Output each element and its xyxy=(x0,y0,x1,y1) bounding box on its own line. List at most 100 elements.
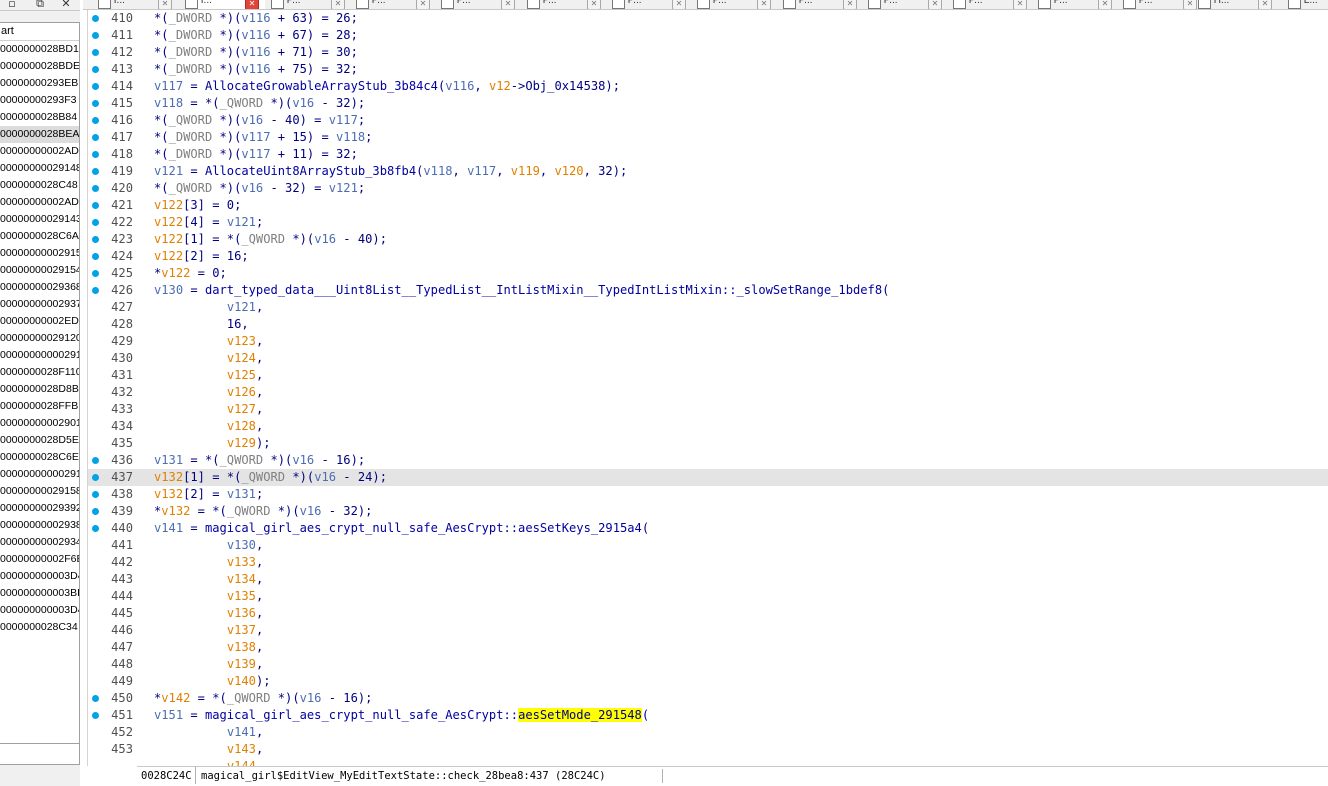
breakpoint-dot-icon[interactable] xyxy=(92,236,99,243)
breakpoint-dot-icon[interactable] xyxy=(92,151,99,158)
tab-close-icon[interactable]: ✕ xyxy=(1258,0,1272,9)
tab-close-icon[interactable]: ✕ xyxy=(1098,0,1112,9)
function-row[interactable]: 00000000002934A4 xyxy=(0,534,79,551)
breakpoint-dot-icon[interactable] xyxy=(92,695,99,702)
code-line[interactable]: 434 v128, xyxy=(88,418,1328,435)
code-line[interactable]: 421 v122[3] = 0; xyxy=(88,197,1328,214)
editor-tab[interactable]: P... ✕ xyxy=(612,0,692,9)
editor-tab[interactable]: I... ✕ xyxy=(98,0,178,9)
editor-tab[interactable]: P... ✕ xyxy=(1123,0,1203,9)
function-row[interactable]: 00000000002F6B8 xyxy=(0,551,79,568)
breakpoint-dot-icon[interactable] xyxy=(92,32,99,39)
function-row[interactable]: 00000000002AD15 xyxy=(0,194,79,211)
tab-close-icon[interactable]: ✕ xyxy=(757,0,771,9)
breakpoint-dot-icon[interactable] xyxy=(92,474,99,481)
function-row[interactable]: 00000000029392 xyxy=(0,500,79,517)
code-line[interactable]: 428 16, xyxy=(88,316,1328,333)
code-line[interactable]: 427 v121, xyxy=(88,299,1328,316)
tab-close-icon[interactable]: ✕ xyxy=(1013,0,1027,9)
code-line[interactable]: 425 *v122 = 0; xyxy=(88,265,1328,282)
breakpoint-dot-icon[interactable] xyxy=(92,134,99,141)
function-row[interactable]: 0000000028BD1 xyxy=(0,41,79,58)
function-row[interactable]: 00000000002901B xyxy=(0,415,79,432)
breakpoint-dot-icon[interactable] xyxy=(92,100,99,107)
code-line[interactable]: 451 v151 = magical_girl_aes_crypt_null_sa… xyxy=(88,707,1328,724)
tab-close-icon[interactable]: ✕ xyxy=(501,0,515,9)
function-row[interactable]: 000000000003BBC3 xyxy=(0,585,79,602)
code-line[interactable]: 432 v126, xyxy=(88,384,1328,401)
tab-close-icon[interactable]: ✕ xyxy=(416,0,430,9)
breakpoint-dot-icon[interactable] xyxy=(92,508,99,515)
code-line[interactable]: 416 *(_QWORD *)(v16 - 40) = v117; xyxy=(88,112,1328,129)
function-row[interactable]: 0000000028C48 xyxy=(0,177,79,194)
editor-tab[interactable]: P... ✕ xyxy=(356,0,436,9)
code-line[interactable]: 443 v134, xyxy=(88,571,1328,588)
function-row[interactable]: 0000000028BEA xyxy=(0,126,79,143)
code-line[interactable]: 445 v136, xyxy=(88,605,1328,622)
function-row[interactable]: 000000000291434 xyxy=(0,211,79,228)
function-row[interactable]: 000000000291544 xyxy=(0,262,79,279)
close-icon[interactable]: ✕ xyxy=(58,0,74,10)
function-row[interactable]: 000000000291484 xyxy=(0,160,79,177)
maximize-icon[interactable]: ⧉ xyxy=(32,0,48,10)
pseudocode-view[interactable]: 410 *(_DWORD *)(v116 + 63) = 26; 411 *(_DWO… xyxy=(88,10,1328,766)
column-header-start[interactable]: art xyxy=(0,23,79,41)
breakpoint-dot-icon[interactable] xyxy=(92,168,99,175)
function-row[interactable]: 000000000291204 xyxy=(0,330,79,347)
code-line[interactable]: 411 *(_DWORD *)(v116 + 67) = 28; xyxy=(88,27,1328,44)
code-line[interactable]: 438 v132[2] = v131; xyxy=(88,486,1328,503)
code-line[interactable]: 433 v127, xyxy=(88,401,1328,418)
code-line[interactable]: 447 v138, xyxy=(88,639,1328,656)
function-row[interactable]: 000000000002915F4 xyxy=(0,466,79,483)
code-line[interactable]: 414 v117 = AllocateGrowableArrayStub_3b84… xyxy=(88,78,1328,95)
code-line[interactable]: 452 v141, xyxy=(88,724,1328,741)
code-line[interactable]: 410 *(_DWORD *)(v116 + 63) = 26; xyxy=(88,10,1328,27)
code-line[interactable]: 419 v121 = AllocateUint8ArrayStub_3b8fb4(… xyxy=(88,163,1328,180)
code-line[interactable]: 449 v140); xyxy=(88,673,1328,690)
code-line[interactable]: 431 v125, xyxy=(88,367,1328,384)
function-row[interactable]: 0000000028D5E xyxy=(0,432,79,449)
code-line[interactable]: 429 v123, xyxy=(88,333,1328,350)
breakpoint-dot-icon[interactable] xyxy=(92,83,99,90)
tab-close-icon[interactable]: ✕ xyxy=(245,0,259,9)
function-row[interactable]: 00000000000291B1 xyxy=(0,347,79,364)
code-line[interactable]: 422 v122[4] = v121; xyxy=(88,214,1328,231)
function-row[interactable]: 0000000028BDE xyxy=(0,58,79,75)
code-line[interactable]: 436 v131 = *(_QWORD *)(v16 - 16); xyxy=(88,452,1328,469)
function-row[interactable]: 0000000028C34 xyxy=(0,619,79,636)
breakpoint-dot-icon[interactable] xyxy=(92,219,99,226)
function-row[interactable]: 0000000028B84 xyxy=(0,109,79,126)
code-line[interactable]: 417 *(_DWORD *)(v117 + 15) = v118; xyxy=(88,129,1328,146)
function-row[interactable]: 00000000002938E xyxy=(0,517,79,534)
code-line[interactable]: 430 v124, xyxy=(88,350,1328,367)
breakpoint-dot-icon[interactable] xyxy=(92,117,99,124)
tab-close-icon[interactable]: ✕ xyxy=(1183,0,1197,9)
breakpoint-dot-icon[interactable] xyxy=(92,66,99,73)
tab-close-icon[interactable]: ✕ xyxy=(331,0,345,9)
function-row[interactable]: 00000000002EDF8 xyxy=(0,313,79,330)
editor-tab[interactable]: P... ✕ xyxy=(868,0,948,9)
function-row[interactable]: 0000000028F110 xyxy=(0,364,79,381)
breakpoint-dot-icon[interactable] xyxy=(92,253,99,260)
code-line[interactable]: 412 *(_DWORD *)(v116 + 71) = 30; xyxy=(88,44,1328,61)
tab-close-icon[interactable]: ✕ xyxy=(928,0,942,9)
editor-tab[interactable]: I... ✕ xyxy=(185,0,265,9)
function-row[interactable]: 00000000293EB xyxy=(0,75,79,92)
editor-tab[interactable]: P... ✕ xyxy=(271,0,351,9)
breakpoint-dot-icon[interactable] xyxy=(92,15,99,22)
editor-tab[interactable]: P... ✕ xyxy=(783,0,863,9)
restore-icon[interactable]: ▫ xyxy=(4,0,20,10)
code-line[interactable]: 424 v122[2] = 16; xyxy=(88,248,1328,265)
code-line[interactable]: 444 v135, xyxy=(88,588,1328,605)
code-line[interactable]: v144 xyxy=(88,758,1328,766)
code-line[interactable]: 413 *(_DWORD *)(v116 + 75) = 32; xyxy=(88,61,1328,78)
function-row[interactable]: 0000000028D8B xyxy=(0,381,79,398)
breakpoint-dot-icon[interactable] xyxy=(92,270,99,277)
function-row[interactable]: 00000000029368 xyxy=(0,279,79,296)
function-row[interactable]: 0000000028FFB xyxy=(0,398,79,415)
code-line[interactable]: 415 v118 = *(_QWORD *)(v16 - 32); xyxy=(88,95,1328,112)
editor-tab[interactable]: L...✕ xyxy=(1288,0,1328,9)
function-list[interactable]: art 0000000028BD1 0000000028BDE 0000000029… xyxy=(0,22,80,743)
editor-tab[interactable]: P... ✕ xyxy=(953,0,1033,9)
function-row[interactable]: 0000000028C6E xyxy=(0,449,79,466)
